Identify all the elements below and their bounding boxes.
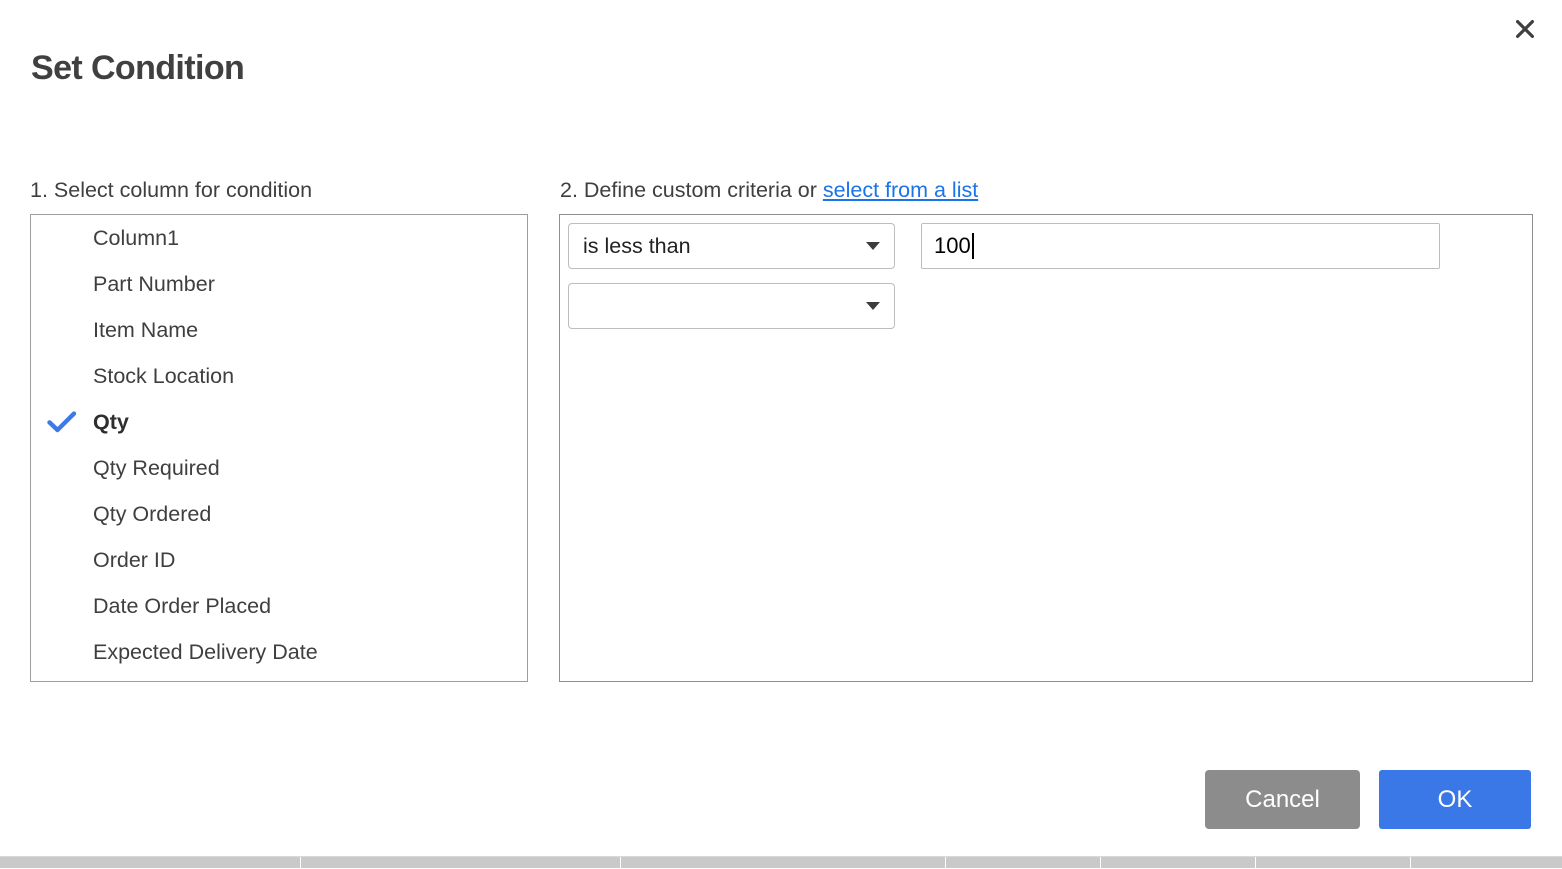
column-divider xyxy=(945,857,946,869)
column-list[interactable]: Column1 Part Number Item Name Stock Locatio… xyxy=(30,214,528,682)
column-divider xyxy=(300,857,301,869)
column-list-item[interactable]: Qty Ordered xyxy=(31,491,527,537)
column-divider xyxy=(620,857,621,869)
criteria-row: is less than 100 xyxy=(568,223,1440,269)
column-list-item[interactable]: Expected Delivery Date xyxy=(31,629,527,675)
criteria-value-text: 100 xyxy=(922,233,971,259)
check-icon xyxy=(31,410,93,434)
column-list-item-label: Part Number xyxy=(93,271,215,297)
column-list-item[interactable]: Part Number xyxy=(31,261,527,307)
column-divider xyxy=(1100,857,1101,869)
dialog-footer: Cancel OK xyxy=(1205,770,1531,829)
operator-select-1[interactable]: is less than xyxy=(568,223,895,269)
column-list-item-label: Date Order Placed xyxy=(93,593,271,619)
text-cursor xyxy=(972,233,974,259)
column-list-item[interactable]: Column1 xyxy=(31,215,527,261)
page-title: Set Condition xyxy=(31,47,244,89)
step-2-label-text: 2. Define custom criteria or xyxy=(560,178,823,202)
set-condition-dialog: Set Condition 1. Select column for condi… xyxy=(0,0,1562,855)
column-list-item-label: Column1 xyxy=(93,225,179,251)
column-list-item-label: Stock Location xyxy=(93,363,234,389)
chevron-down-icon xyxy=(866,302,880,310)
column-divider xyxy=(1255,857,1256,869)
column-list-item-label: Expected Delivery Date xyxy=(93,639,318,665)
column-list-item-label: Order ID xyxy=(93,547,175,573)
step-2-label: 2. Define custom criteria or select from… xyxy=(560,176,978,204)
select-from-a-list-link[interactable]: select from a list xyxy=(823,178,978,202)
step-1-label: 1. Select column for condition xyxy=(30,176,312,204)
column-list-item[interactable]: Qty xyxy=(31,399,527,445)
cancel-button[interactable]: Cancel xyxy=(1205,770,1360,829)
column-list-item[interactable]: Item Name xyxy=(31,307,527,353)
criteria-row xyxy=(568,283,895,329)
column-list-item-label: Qty xyxy=(93,409,129,435)
column-list-item-label: Qty Required xyxy=(93,455,220,481)
chevron-down-icon xyxy=(866,242,880,250)
column-divider xyxy=(1410,857,1411,869)
column-list-item-label: Item Name xyxy=(93,317,198,343)
ok-button[interactable]: OK xyxy=(1379,770,1531,829)
column-list-item[interactable]: Qty Required xyxy=(31,445,527,491)
operator-select-2[interactable] xyxy=(568,283,895,329)
criteria-value-input[interactable]: 100 xyxy=(921,223,1440,269)
close-button[interactable] xyxy=(1506,10,1544,48)
column-list-item[interactable]: Order ID xyxy=(31,537,527,583)
column-list-item[interactable]: Date Order Placed xyxy=(31,583,527,629)
criteria-panel: is less than 100 xyxy=(559,214,1533,682)
close-icon xyxy=(1514,18,1536,40)
column-list-item[interactable]: Stock Location xyxy=(31,353,527,399)
operator-select-1-value: is less than xyxy=(569,233,691,259)
column-list-item-label: Qty Ordered xyxy=(93,501,211,527)
background-spreadsheet-header xyxy=(0,856,1562,868)
